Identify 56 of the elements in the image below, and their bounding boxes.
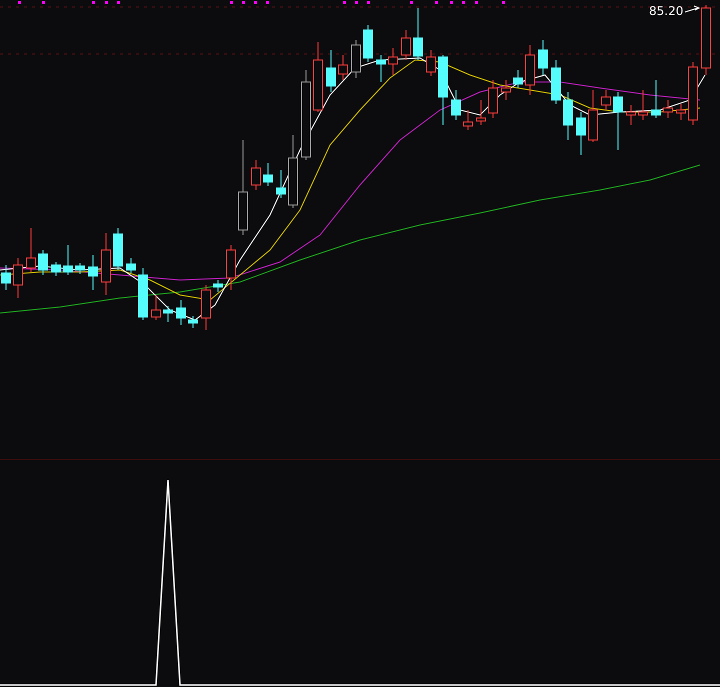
candlestick [13,258,23,298]
candlestick [26,228,36,272]
candlestick [676,104,686,120]
candlestick [113,228,123,270]
candlestick [413,8,423,60]
candlestick [476,100,486,126]
candlestick [226,244,236,290]
candlestick [613,92,623,150]
candlestick [438,54,448,126]
candlestick [101,232,111,296]
candlestick [513,70,523,88]
candlestick [426,50,436,76]
candlestick [351,40,361,78]
candlestick [551,60,561,104]
candlestick [138,268,148,320]
candlestick [201,284,211,330]
candlestick [588,90,598,142]
candlestick [488,80,498,118]
candlestick [451,90,461,120]
candlestick [401,30,411,60]
candlestick [251,160,261,190]
candlestick [163,306,173,322]
candlestick [663,100,673,118]
candlestick [63,244,73,276]
candlestick [1,264,11,290]
candlestick [363,24,373,62]
candlestick [326,50,336,92]
candlestick [638,90,648,120]
candlestick [126,258,136,274]
high-price-label: 85.20 [649,4,684,18]
candlestick [188,316,198,328]
candlestick [51,262,61,276]
candlestick [376,54,386,82]
candlestick [338,54,348,80]
candlestick [276,170,286,198]
candlestick [176,300,186,326]
candlestick [538,40,548,76]
candlestick [463,110,473,130]
candlestick [626,104,636,126]
candlestick [75,262,85,274]
candlestick [213,280,223,292]
candlestick [651,80,661,118]
candlestick [601,90,611,110]
candlestick [563,92,573,140]
candlestick [576,112,586,156]
candlestick [151,294,161,320]
candlestick [688,62,698,126]
candlestick [313,42,323,112]
candlestick [88,254,98,290]
candlestick [38,250,48,276]
candlestick [525,44,535,96]
candlestick [501,80,511,100]
leader-line [684,6,700,12]
candlestick [263,162,273,186]
candlestick [701,4,711,76]
candlestick [388,48,398,76]
